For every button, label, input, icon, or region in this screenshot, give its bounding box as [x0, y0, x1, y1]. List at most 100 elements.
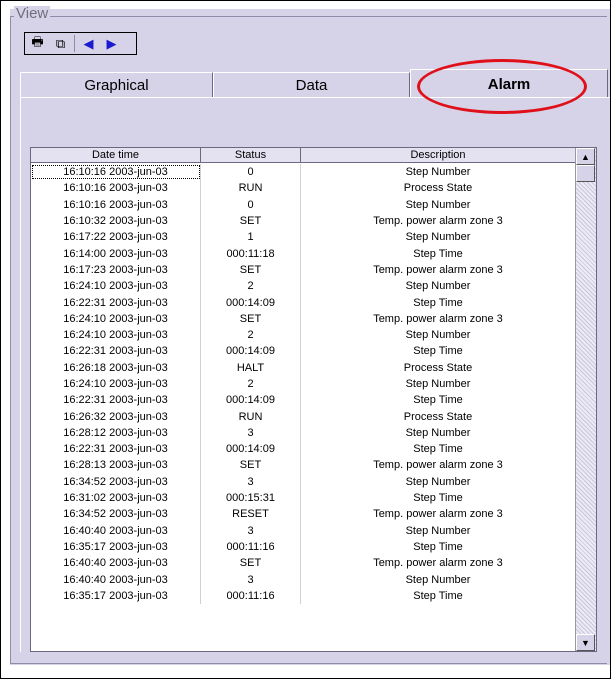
table-row[interactable]: 16:22:31 2003-jun-03 000:14:09 Step Time [31, 294, 576, 311]
scroll-thumb[interactable] [576, 165, 595, 182]
table-row[interactable]: 16:22:31 2003-jun-03 000:14:09 Step Time [31, 343, 576, 360]
cell-status: 000:11:18 [201, 245, 301, 262]
cell-description: Step Time [301, 538, 576, 556]
cell-status: 0 [201, 196, 301, 213]
table-row[interactable]: 16:24:10 2003-jun-03 SET Temp. power alarm… [31, 310, 576, 327]
copy-icon[interactable]: ⧉ [51, 35, 70, 52]
cell-description: Step Time [301, 587, 576, 605]
left-arrow-icon[interactable]: ◀ [79, 35, 98, 52]
cell-description: Step Time [301, 441, 576, 458]
cell-date-time: 16:24:10 2003-jun-03 [31, 326, 201, 344]
cell-status: 3 [201, 424, 301, 442]
cell-description: Temp. power alarm zone 3 [301, 555, 576, 572]
table-row[interactable]: 16:10:16 2003-jun-03 0 Step Number [31, 196, 576, 213]
cell-status: 000:14:09 [201, 392, 301, 409]
table-row[interactable]: 16:40:40 2003-jun-03 3 Step Number [31, 571, 576, 588]
table-row[interactable]: 16:17:22 2003-jun-03 1 Step Number [31, 229, 576, 246]
column-header-status[interactable]: Status [201, 148, 301, 163]
cell-status: RUN [201, 180, 301, 197]
cell-status: SET [201, 310, 301, 327]
cell-description: Step Time [301, 343, 576, 360]
cell-status: 2 [201, 326, 301, 344]
cell-description: Step Number [301, 424, 576, 442]
cell-description: Temp. power alarm zone 3 [301, 457, 576, 474]
cell-status: 3 [201, 473, 301, 490]
table-row[interactable]: 16:10:16 2003-jun-03 RUN Process State [31, 180, 576, 197]
table-row[interactable]: 16:35:17 2003-jun-03 000:11:16 Step Time [31, 538, 576, 556]
printer-icon[interactable]: 🖶 [28, 34, 47, 52]
groupbox-title: View [14, 5, 51, 22]
table-header: Date time Status Description [31, 148, 576, 164]
cell-status: SET [201, 555, 301, 572]
cell-status: 000:15:31 [201, 489, 301, 507]
cell-date-time: 16:17:22 2003-jun-03 [31, 229, 201, 246]
table-row[interactable]: 16:26:32 2003-jun-03 RUN Process State [31, 408, 576, 425]
cell-description: Step Number [301, 278, 576, 295]
table-row[interactable]: 16:34:52 2003-jun-03 RESET Temp. power ala… [31, 506, 576, 523]
cell-description: Step Time [301, 294, 576, 311]
right-arrow-icon[interactable]: ▶ [102, 35, 121, 52]
table-row[interactable]: 16:35:17 2003-jun-03 000:11:16 Step Time [31, 587, 576, 605]
table-row[interactable]: 16:22:31 2003-jun-03 000:14:09 Step Time [31, 441, 576, 458]
cell-status: 000:14:09 [201, 294, 301, 311]
table-row[interactable]: 16:28:12 2003-jun-03 3 Step Number [31, 424, 576, 442]
cell-date-time: 16:24:10 2003-jun-03 [31, 310, 201, 327]
cell-status: 000:14:09 [201, 441, 301, 458]
table-row[interactable]: 16:28:13 2003-jun-03 SET Temp. power alarm… [31, 457, 576, 474]
cell-description: Temp. power alarm zone 3 [301, 310, 576, 327]
cell-date-time: 16:22:31 2003-jun-03 [31, 294, 201, 311]
table-row[interactable]: 16:40:40 2003-jun-03 SET Temp. power alarm… [31, 555, 576, 572]
table-row[interactable]: 16:22:31 2003-jun-03 000:14:09 Step Time [31, 392, 576, 409]
cell-description: Step Number [301, 196, 576, 213]
table-row[interactable]: 16:24:10 2003-jun-03 2 Step Number [31, 326, 576, 344]
table-body: 16:10:16 2003-jun-03 0 Step Number 16:10:16… [31, 164, 576, 605]
cell-description: Process State [301, 408, 576, 425]
table-row[interactable]: 16:34:52 2003-jun-03 3 Step Number [31, 473, 576, 490]
cell-description: Step Number [301, 571, 576, 588]
tab-data[interactable]: Data [213, 72, 410, 97]
cell-description: Process State [301, 180, 576, 197]
cell-date-time: 16:22:31 2003-jun-03 [31, 441, 201, 458]
cell-date-time: 16:40:40 2003-jun-03 [31, 571, 201, 588]
toolbar-separator [74, 35, 75, 52]
cell-status: 3 [201, 522, 301, 539]
cell-date-time: 16:10:16 2003-jun-03 [31, 164, 201, 181]
cell-status: 1 [201, 229, 301, 246]
column-header-date-time[interactable]: Date time [31, 148, 201, 163]
cell-date-time: 16:40:40 2003-jun-03 [31, 555, 201, 572]
scroll-up-icon[interactable]: ▲ [576, 148, 595, 165]
tab-graphical-label: Graphical [84, 76, 149, 94]
table-row[interactable]: 16:17:23 2003-jun-03 SET Temp. power alarm… [31, 261, 576, 279]
alarm-table[interactable]: Date time Status Description 16:10:16 20… [30, 147, 597, 652]
cell-description: Step Time [301, 245, 576, 262]
cell-description: Step Number [301, 164, 576, 181]
table-row[interactable]: 16:10:16 2003-jun-03 0 Step Number [31, 164, 576, 181]
cell-date-time: 16:10:16 2003-jun-03 [31, 180, 201, 197]
table-row[interactable]: 16:26:18 2003-jun-03 HALT Process State [31, 359, 576, 376]
cell-date-time: 16:28:12 2003-jun-03 [31, 424, 201, 442]
cell-description: Step Number [301, 522, 576, 539]
table-row[interactable]: 16:10:32 2003-jun-03 SET Temp. power alarm… [31, 212, 576, 230]
cell-date-time: 16:35:17 2003-jun-03 [31, 538, 201, 556]
cell-description: Temp. power alarm zone 3 [301, 212, 576, 230]
cell-date-time: 16:24:10 2003-jun-03 [31, 278, 201, 295]
scroll-down-icon[interactable]: ▼ [576, 634, 595, 651]
table-row[interactable]: 16:24:10 2003-jun-03 2 Step Number [31, 278, 576, 295]
cell-description: Step Number [301, 473, 576, 490]
column-header-description[interactable]: Description [301, 148, 576, 163]
table-row[interactable]: 16:14:00 2003-jun-03 000:11:18 Step Time [31, 245, 576, 262]
cell-date-time: 16:40:40 2003-jun-03 [31, 522, 201, 539]
cell-date-time: 16:10:32 2003-jun-03 [31, 212, 201, 230]
cell-date-time: 16:10:16 2003-jun-03 [31, 196, 201, 213]
cell-date-time: 16:34:52 2003-jun-03 [31, 506, 201, 523]
table-row[interactable]: 16:31:02 2003-jun-03 000:15:31 Step Time [31, 489, 576, 507]
cell-date-time: 16:24:10 2003-jun-03 [31, 375, 201, 393]
table-row[interactable]: 16:24:10 2003-jun-03 2 Step Number [31, 375, 576, 393]
tab-data-label: Data [295, 76, 328, 94]
tab-graphical[interactable]: Graphical [20, 72, 213, 97]
cell-status: RESET [201, 506, 301, 523]
table-row[interactable]: 16:40:40 2003-jun-03 3 Step Number [31, 522, 576, 539]
cell-date-time: 16:17:23 2003-jun-03 [31, 261, 201, 279]
vertical-scrollbar[interactable]: ▲ ▼ [575, 148, 596, 651]
cell-description: Process State [301, 359, 576, 376]
